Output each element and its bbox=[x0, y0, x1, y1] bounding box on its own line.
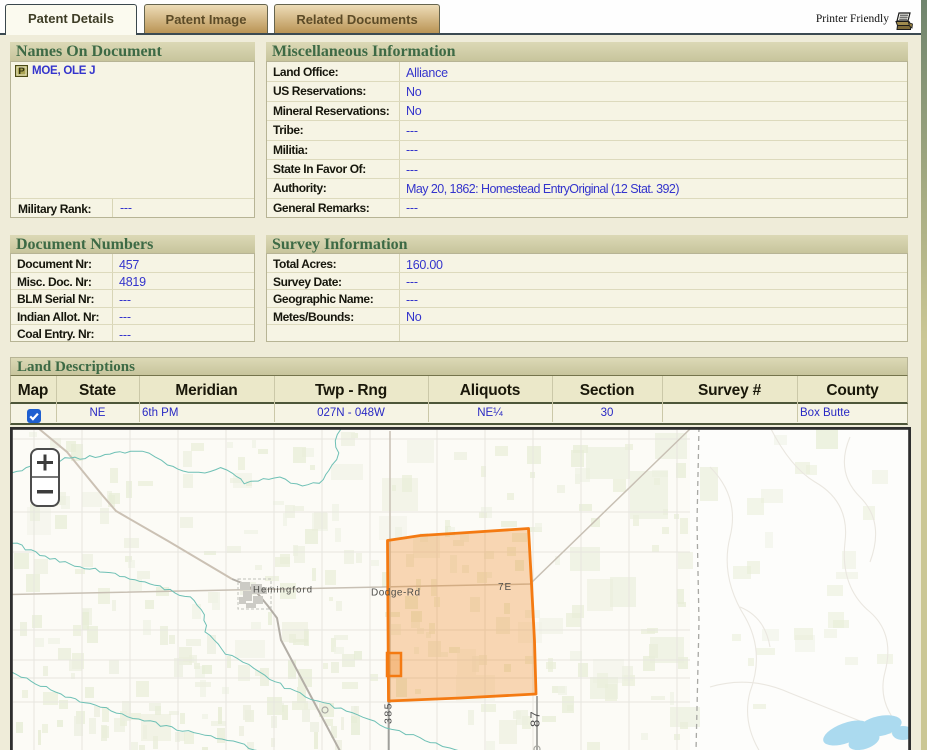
svg-text:7E: 7E bbox=[498, 582, 512, 593]
svg-text:P: P bbox=[18, 66, 25, 77]
svg-text:Dodge-Rd: Dodge-Rd bbox=[371, 588, 421, 599]
svg-text:87: 87 bbox=[528, 710, 543, 727]
svg-text:385: 385 bbox=[383, 702, 395, 724]
svg-text:Hemingford: Hemingford bbox=[253, 585, 313, 596]
